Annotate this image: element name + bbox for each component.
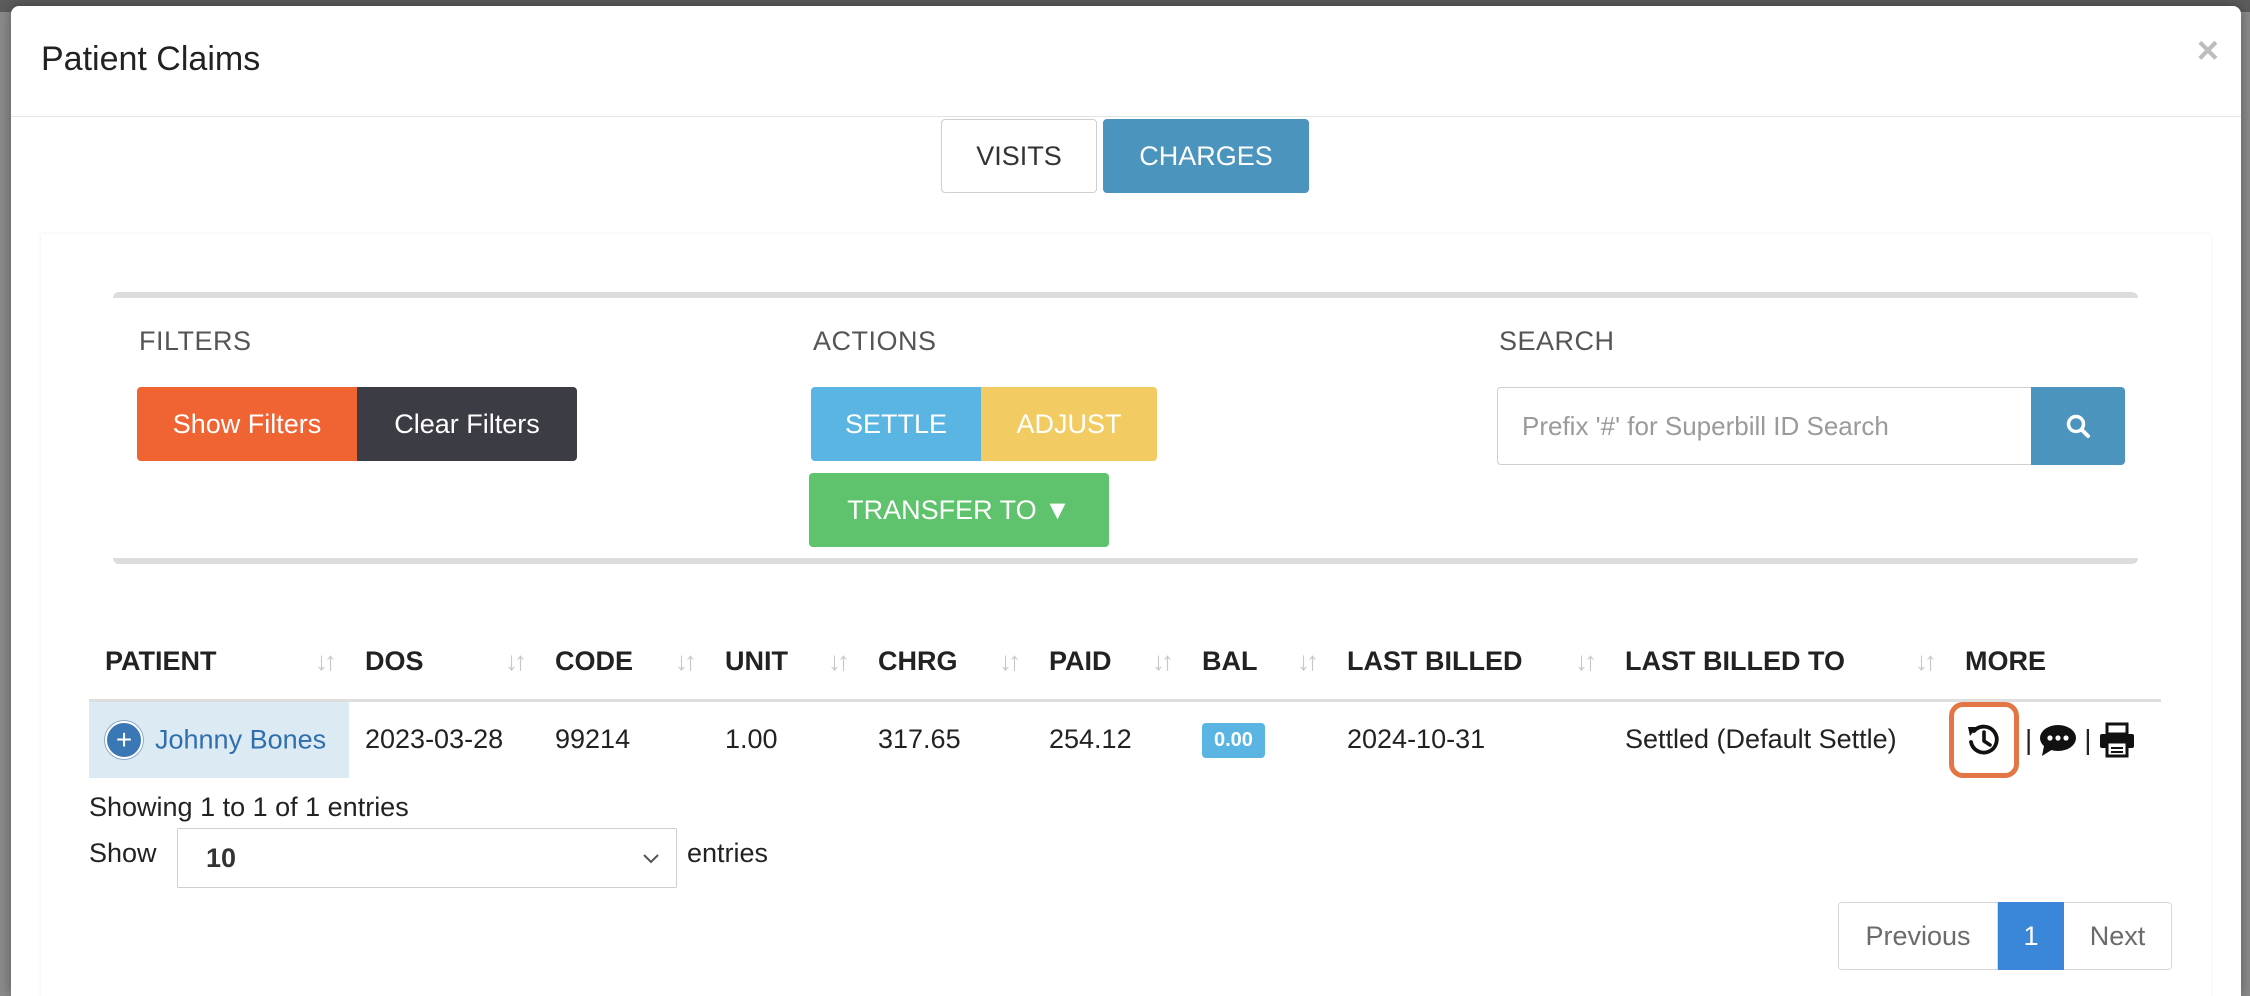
table-info: Showing 1 to 1 of 1 entries xyxy=(89,792,409,822)
comment-icon xyxy=(2040,724,2077,756)
action-separator: | xyxy=(2025,723,2033,755)
column-header-last-billed-to[interactable]: LAST BILLED TO ↓↑ xyxy=(1609,624,1949,702)
history-button[interactable] xyxy=(1949,701,2019,778)
page-size-select[interactable]: 10 xyxy=(177,828,677,888)
search-icon xyxy=(2066,414,2090,438)
dos-cell: 2023-03-28 xyxy=(365,724,504,754)
clear-filters-button[interactable]: Clear Filters xyxy=(357,387,577,461)
settle-button[interactable]: SETTLE xyxy=(811,387,981,461)
row-actions: | | xyxy=(1949,701,2161,778)
search-button[interactable] xyxy=(2031,387,2125,465)
sort-icon: ↓↑ xyxy=(1297,646,1319,676)
chevron-down-icon xyxy=(643,854,659,864)
sort-icon: ↓↑ xyxy=(1575,646,1597,676)
table-row: + Johnny Bones 2023-03-28 99214 1.00 317.… xyxy=(89,700,2161,778)
column-header-last-billed[interactable]: LAST BILLED ↓↑ xyxy=(1331,624,1609,702)
adjust-button[interactable]: ADJUST xyxy=(981,387,1157,461)
comment-button[interactable] xyxy=(2038,722,2078,758)
page-1-button[interactable]: 1 xyxy=(1998,902,2064,970)
column-header-unit[interactable]: UNIT ↓↑ xyxy=(709,624,862,702)
column-header-code[interactable]: CODE ↓↑ xyxy=(539,624,709,702)
sort-icon: ↓↑ xyxy=(675,646,697,676)
column-header-dos[interactable]: DOS ↓↑ xyxy=(349,624,539,702)
history-icon xyxy=(1968,724,1999,754)
close-icon[interactable]: × xyxy=(2197,32,2219,70)
printer-icon xyxy=(2099,722,2134,757)
column-header-chrg[interactable]: CHRG ↓↑ xyxy=(862,624,1033,702)
table-header-row: PATIENT ↓↑ DOS ↓↑ CODE ↓↑ UNIT ↓↑ CHRG ↓↑ PAI… xyxy=(89,624,2161,702)
patient-link[interactable]: Johnny Bones xyxy=(155,724,326,754)
claims-table: PATIENT ↓↑ DOS ↓↑ CODE ↓↑ UNIT ↓↑ CHRG ↓↑ PAI… xyxy=(89,624,2161,778)
chrg-cell: 317.65 xyxy=(878,724,961,754)
patient-claims-modal: Patient Claims × VISITS CHARGES FILTERS … xyxy=(11,6,2241,996)
sort-icon: ↓↑ xyxy=(1152,646,1174,676)
charges-panel: FILTERS Show Filters Clear Filters ACTIO… xyxy=(41,234,2211,996)
action-separator: | xyxy=(2084,723,2092,755)
transfer-to-dropdown[interactable]: TRANSFER TO ▼ xyxy=(809,473,1109,547)
page-size-value: 10 xyxy=(206,842,237,873)
tab-charges[interactable]: CHARGES xyxy=(1103,119,1309,193)
code-cell: 99214 xyxy=(555,724,631,754)
last-billed-to-cell: Settled (Default Settle) xyxy=(1625,724,1897,754)
last-billed-cell: 2024-10-31 xyxy=(1347,724,1486,754)
column-header-bal[interactable]: BAL ↓↑ xyxy=(1186,624,1331,702)
sort-icon: ↓↑ xyxy=(505,646,527,676)
sort-icon: ↓↑ xyxy=(828,646,850,676)
patient-cell: + Johnny Bones xyxy=(89,700,349,778)
next-page-button[interactable]: Next xyxy=(2064,902,2172,970)
tab-visits[interactable]: VISITS xyxy=(941,119,1097,193)
view-tabs: VISITS CHARGES xyxy=(941,119,1309,193)
paid-cell: 254.12 xyxy=(1049,724,1132,754)
search-input[interactable] xyxy=(1497,387,2031,465)
more-cell: | | xyxy=(1949,700,2161,778)
toolbar: FILTERS Show Filters Clear Filters ACTIO… xyxy=(113,292,2138,564)
column-header-patient[interactable]: PATIENT ↓↑ xyxy=(89,624,349,702)
column-header-more: MORE xyxy=(1949,624,2161,702)
sort-icon: ↓↑ xyxy=(315,646,337,676)
bal-cell: 0.00 xyxy=(1186,700,1331,778)
modal-header: Patient Claims × xyxy=(11,6,2241,117)
show-label: Show xyxy=(89,838,157,868)
sort-icon: ↓↑ xyxy=(1915,646,1937,676)
show-filters-button[interactable]: Show Filters xyxy=(137,387,357,461)
sort-icon: ↓↑ xyxy=(999,646,1021,676)
unit-cell: 1.00 xyxy=(725,724,778,754)
actions-label: ACTIONS xyxy=(813,326,937,356)
filters-label: FILTERS xyxy=(139,326,252,356)
previous-page-button[interactable]: Previous xyxy=(1838,902,1998,970)
search-label: SEARCH xyxy=(1499,326,1615,356)
modal-title: Patient Claims xyxy=(41,40,261,78)
balance-badge: 0.00 xyxy=(1202,722,1265,758)
expand-row-icon[interactable]: + xyxy=(105,720,143,759)
column-header-paid[interactable]: PAID ↓↑ xyxy=(1033,624,1186,702)
pagination: Previous 1 Next xyxy=(1838,902,2172,970)
entries-label: entries xyxy=(687,838,769,868)
print-button[interactable] xyxy=(2098,722,2136,758)
